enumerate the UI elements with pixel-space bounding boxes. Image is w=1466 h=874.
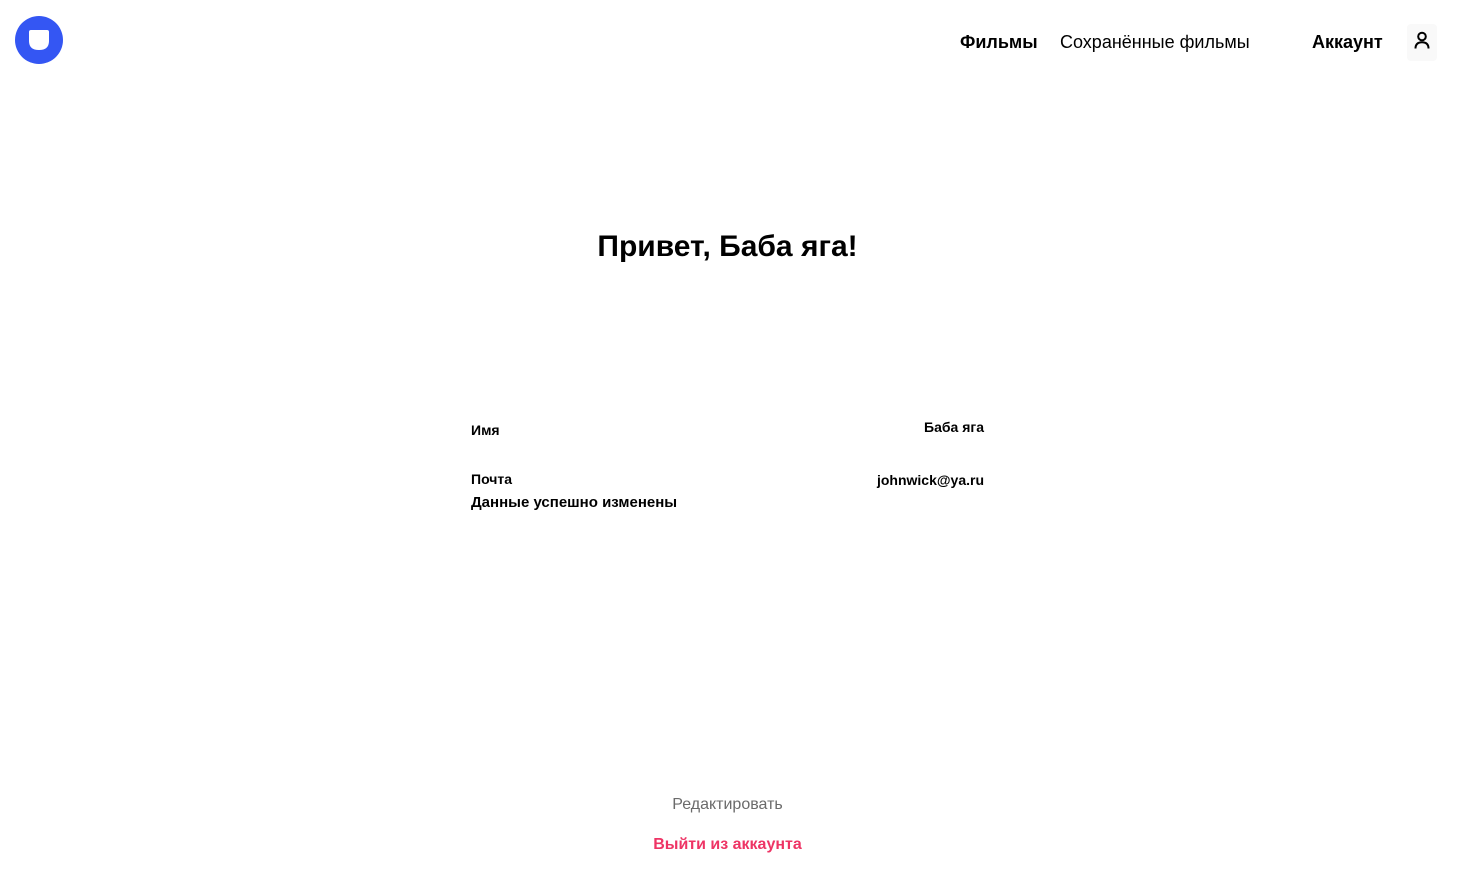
logout-button[interactable]: Выйти из аккаунта (0, 835, 1455, 855)
email-label: Почта (471, 471, 513, 487)
user-icon (1414, 31, 1430, 54)
logo-icon[interactable] (15, 16, 63, 64)
name-label: Имя (471, 422, 500, 438)
nav-account-link[interactable]: Аккаунт (1312, 31, 1383, 53)
nav-films-link[interactable]: Фильмы (960, 31, 1038, 53)
nav-saved-films-link[interactable]: Сохранённые фильмы (1060, 31, 1250, 53)
name-value: Баба яга (924, 419, 984, 435)
success-message: Данные успешно изменены (471, 494, 678, 511)
header: Фильмы Сохранённые фильмы Аккаунт (0, 0, 1466, 84)
account-button[interactable] (1407, 24, 1437, 61)
page-title: Привет, Баба яга! (597, 230, 858, 263)
edit-button[interactable]: Редактировать (0, 795, 1455, 815)
email-value: johnwick@ya.ru (876, 472, 984, 488)
